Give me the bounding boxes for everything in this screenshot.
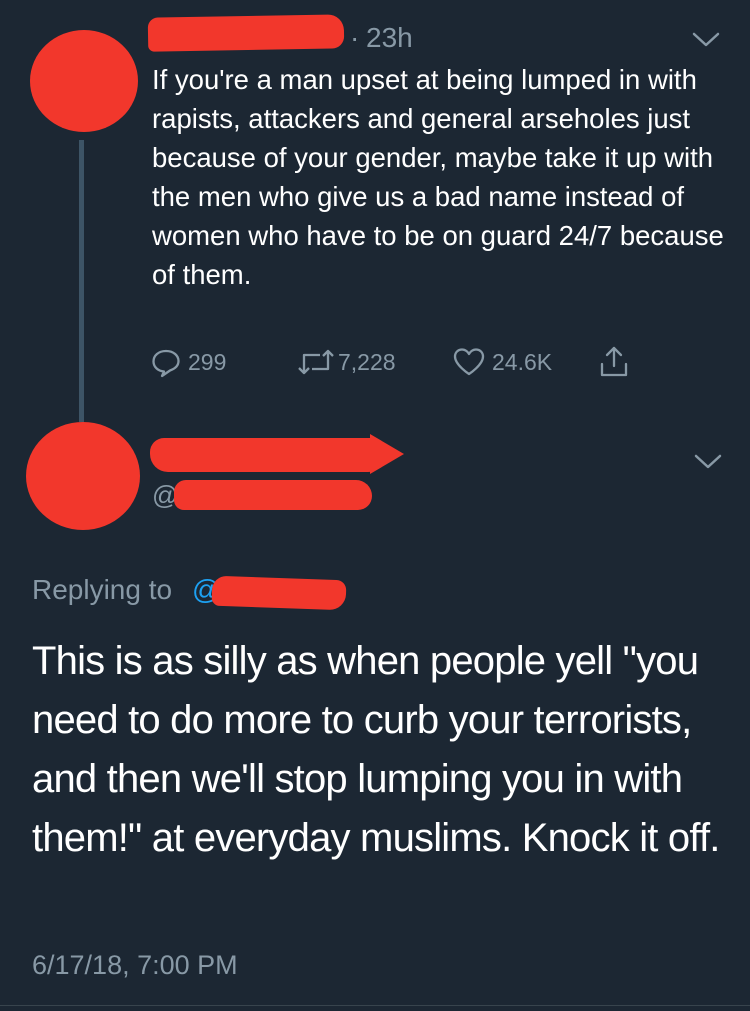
chevron-down-icon xyxy=(694,454,722,469)
like-button[interactable]: 24.6K xyxy=(452,342,552,382)
divider xyxy=(0,1005,750,1006)
like-count: 24.6K xyxy=(492,348,553,375)
main-handle-redacted[interactable] xyxy=(174,480,372,510)
retweet-count: 7,228 xyxy=(338,348,396,375)
main-avatar[interactable] xyxy=(26,422,140,530)
parent-author-name-redacted[interactable] xyxy=(147,14,345,52)
thread-line xyxy=(79,140,84,422)
share-icon xyxy=(600,346,628,377)
like-icon xyxy=(453,348,485,376)
parent-avatar[interactable] xyxy=(30,30,138,132)
share-button[interactable] xyxy=(596,342,632,382)
chevron-down-icon xyxy=(692,32,720,47)
retweet-icon xyxy=(298,349,334,375)
main-tweet-text: This is as silly as when people yell "yo… xyxy=(32,639,720,860)
reply-icon xyxy=(152,349,180,378)
main-tweet-timestamp: 6/17/18, 7:00 PM xyxy=(32,950,238,980)
time-separator: · xyxy=(350,22,360,53)
replying-to-label: Replying to xyxy=(32,574,173,605)
parent-menu-button[interactable] xyxy=(688,28,724,52)
redaction-arrow xyxy=(370,434,404,474)
parent-tweet-text: If you're a man upset at being lumped in… xyxy=(152,64,724,290)
main-author-name-redacted[interactable] xyxy=(150,438,378,472)
main-menu-button[interactable] xyxy=(690,450,726,474)
retweet-button[interactable]: 7,228 xyxy=(296,342,396,382)
reply-count: 299 xyxy=(188,348,227,375)
parent-time: 23h xyxy=(366,22,413,53)
replying-to-handle-redacted[interactable] xyxy=(211,575,347,611)
reply-button[interactable]: 299 xyxy=(150,342,226,382)
